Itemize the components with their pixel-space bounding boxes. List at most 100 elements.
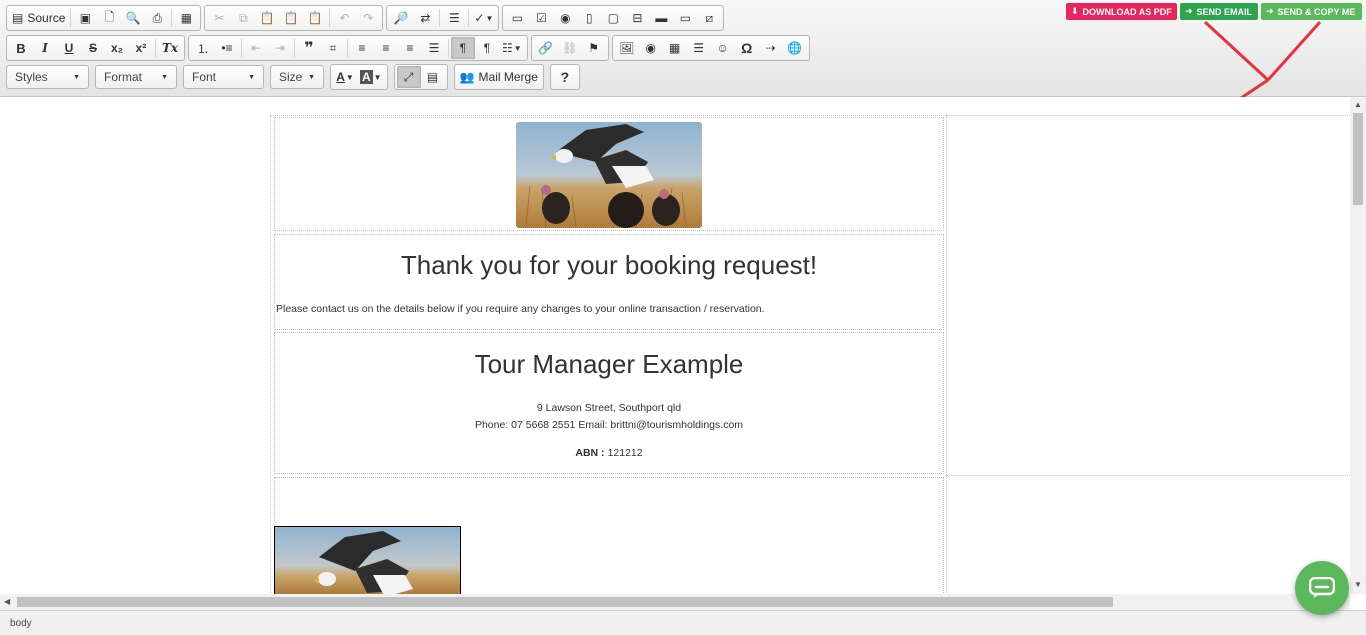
horizontal-scroll-thumb[interactable]	[17, 597, 1113, 607]
horizontal-rule-button[interactable]: ☰	[687, 37, 711, 59]
horizontal-scrollbar[interactable]: ◀	[0, 594, 1350, 610]
paragraph-group: ⒈ •≡ ⇤ ⇥ ❞ ⌗ ≡ ≡ ≡ ☰ ¶ ¶ ☷ ▼	[188, 35, 528, 61]
replace-button[interactable]: ⇄	[413, 7, 437, 29]
forms-group: ▭ ☑ ◉ ▯ ▢ ⊟ ▬ ▭ ⧄	[502, 5, 725, 31]
cut-button[interactable]: ✂	[207, 7, 231, 29]
send-email-button[interactable]: ➜ SEND EMAIL	[1180, 3, 1258, 20]
undo-button[interactable]: ↶	[332, 7, 356, 29]
copy-button[interactable]: ⧉	[231, 7, 255, 29]
justify-button[interactable]: ☰	[422, 37, 446, 59]
size-dropdown[interactable]: Size ▼	[270, 65, 324, 89]
anchor-button[interactable]: ⚑	[582, 37, 606, 59]
mail-merge-label: Mail Merge	[478, 70, 538, 84]
body-image[interactable]	[274, 526, 461, 594]
new-page-button[interactable]: 🗋	[97, 7, 121, 29]
ltr-button[interactable]: ¶	[451, 37, 475, 59]
page-break-button[interactable]: ⇢	[759, 37, 783, 59]
numbered-list-button[interactable]: ⒈	[191, 37, 215, 59]
eagle-image	[275, 527, 460, 594]
chevron-down-icon: ▼	[345, 72, 354, 82]
chevron-down-icon: ▼	[161, 73, 168, 81]
outdent-button[interactable]: ⇤	[244, 37, 268, 59]
paste-word-button[interactable]: 📋	[303, 7, 327, 29]
link-button[interactable]: 🔗	[534, 37, 558, 59]
hidden-field-button[interactable]: ⧄	[697, 7, 721, 29]
help-button[interactable]: ?	[553, 66, 577, 88]
preview-button[interactable]: 🔍	[121, 7, 145, 29]
styles-dropdown[interactable]: Styles ▼	[6, 65, 89, 89]
underline-button[interactable]: U	[57, 37, 81, 59]
scroll-down-icon[interactable]: ▼	[1354, 580, 1362, 589]
radio-button[interactable]: ◉	[553, 7, 577, 29]
rtl-button[interactable]: ¶	[475, 37, 499, 59]
blockquote-button[interactable]: ❞	[297, 37, 321, 59]
remove-format-button[interactable]: Tx	[158, 37, 182, 59]
select-field-button[interactable]: ⊟	[625, 7, 649, 29]
vertical-scrollbar[interactable]: ▲ ▼	[1350, 97, 1366, 594]
align-center-button[interactable]: ≡	[374, 37, 398, 59]
flash-icon: ◉	[645, 41, 656, 55]
form-button[interactable]: ▭	[505, 7, 529, 29]
element-path-body[interactable]: body	[10, 618, 32, 629]
table-button[interactable]: ▦	[663, 37, 687, 59]
italic-button[interactable]: I	[33, 37, 57, 59]
templates-button[interactable]: ▦	[174, 7, 198, 29]
editor-content[interactable]: Thank you for your booking request! Plea…	[0, 97, 1350, 594]
div-container-button[interactable]: ⌗	[321, 37, 345, 59]
special-char-button[interactable]: Ω	[735, 37, 759, 59]
vertical-scroll-thumb[interactable]	[1353, 113, 1363, 205]
maximize-button[interactable]: ⤢	[396, 66, 421, 88]
bg-color-button[interactable]: A ▼	[357, 66, 385, 88]
align-right-button[interactable]: ≡	[398, 37, 422, 59]
table-border	[270, 115, 271, 594]
textfield-button[interactable]: ▯	[577, 7, 601, 29]
indent-button[interactable]: ⇥	[268, 37, 292, 59]
paste-button[interactable]: 📋	[255, 7, 279, 29]
font-dropdown[interactable]: Font ▼	[183, 65, 264, 89]
justify-icon: ☰	[428, 41, 440, 55]
unlink-button[interactable]: ⛓	[558, 37, 582, 59]
send-copy-button[interactable]: ➜ SEND & COPY ME	[1261, 3, 1362, 20]
table-border	[946, 115, 947, 594]
show-blocks-button[interactable]: ▤	[421, 66, 445, 88]
smiley-button[interactable]: ☺	[711, 37, 735, 59]
replace-icon: ⇄	[420, 11, 431, 25]
find-button[interactable]: 🔎	[389, 7, 413, 29]
subscript-button[interactable]: x₂	[105, 37, 129, 59]
redo-button[interactable]: ↷	[356, 7, 380, 29]
spellcheck-button[interactable]: ✓ ▼	[471, 7, 496, 29]
send-email-label: SEND EMAIL	[1196, 6, 1253, 17]
table-border	[270, 115, 1350, 116]
superscript-button[interactable]: x²	[129, 37, 153, 59]
select-all-button[interactable]: ☰	[442, 7, 466, 29]
image-button-icon: ▭	[679, 11, 692, 25]
tools-group: ⤢ ▤	[393, 64, 448, 90]
image-button[interactable]: 🖼	[615, 37, 639, 59]
textarea-button[interactable]: ▢	[601, 7, 625, 29]
checkbox-button[interactable]: ☑	[529, 7, 553, 29]
eagle-image	[516, 122, 702, 228]
text-color-button[interactable]: A ▼	[333, 66, 357, 88]
align-left-button[interactable]: ≡	[350, 37, 374, 59]
paste-text-button[interactable]: 📋	[279, 7, 303, 29]
outdent-icon: ⇤	[250, 41, 262, 55]
source-button[interactable]: ▤ Source	[9, 7, 68, 29]
flash-button[interactable]: ◉	[639, 37, 663, 59]
bulleted-list-button[interactable]: •≡	[215, 37, 239, 59]
header-image[interactable]	[516, 122, 702, 228]
show-blocks-icon: ▤	[426, 70, 439, 84]
bold-button[interactable]: B	[9, 37, 33, 59]
form-button-button[interactable]: ▬	[649, 7, 673, 29]
scroll-up-icon[interactable]: ▲	[1354, 100, 1362, 109]
format-dropdown[interactable]: Format ▼	[95, 65, 177, 89]
scroll-left-icon[interactable]: ◀	[4, 597, 10, 606]
strike-button[interactable]: S	[81, 37, 105, 59]
print-button[interactable]: ⎙	[145, 7, 169, 29]
mail-merge-button[interactable]: 👥 Mail Merge	[457, 66, 541, 88]
download-pdf-button[interactable]: ⬇ DOWNLOAD AS PDF	[1066, 3, 1177, 20]
iframe-button[interactable]: 🌐	[783, 37, 807, 59]
chat-button[interactable]	[1295, 561, 1349, 615]
language-button[interactable]: ☷ ▼	[499, 37, 525, 59]
image-button-button[interactable]: ▭	[673, 7, 697, 29]
save-button[interactable]: ▣	[73, 7, 97, 29]
